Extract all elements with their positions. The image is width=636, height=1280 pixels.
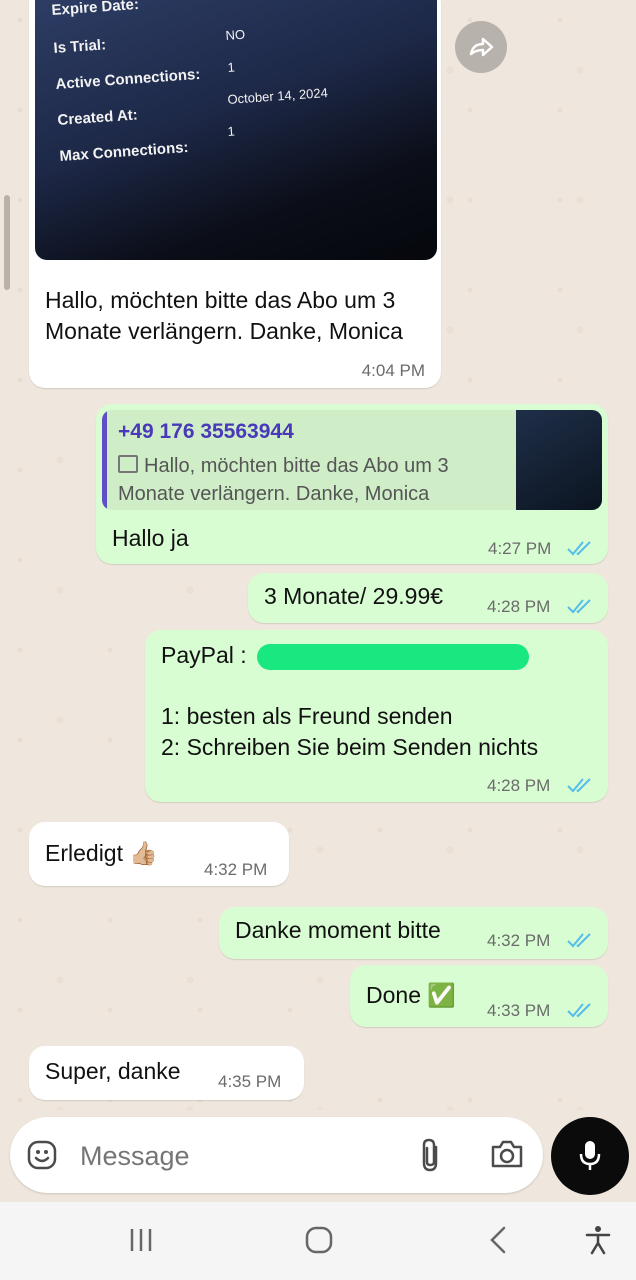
redacted-email <box>257 644 529 670</box>
attach-icon[interactable] <box>416 1137 444 1173</box>
photo-label-expire: Expire Date: <box>51 0 140 19</box>
outgoing-reply-message[interactable]: +49 176 35563944 Hallo, möchten bitte da… <box>96 404 608 564</box>
message-time: 4:27 PM <box>488 539 552 558</box>
quoted-text-row: Hallo, möchten bitte das Abo um 3 Monate… <box>118 452 498 508</box>
back-button[interactable] <box>478 1220 518 1260</box>
photo-value-active: 1 <box>227 59 236 75</box>
recents-icon <box>130 1229 152 1251</box>
quoted-text: Hallo, möchten bitte das Abo um 3 Monate… <box>118 455 449 505</box>
accessibility-button[interactable] <box>578 1220 618 1260</box>
paypal-instruction-1: 1: besten als Freund senden <box>161 703 453 729</box>
camera-icon[interactable] <box>490 1139 524 1169</box>
message-time: 4:35 PM <box>218 1072 282 1091</box>
system-navigation-bar <box>0 1202 636 1280</box>
quote-accent-bar <box>102 410 107 510</box>
message-input[interactable] <box>78 1135 402 1177</box>
home-button[interactable] <box>299 1220 339 1260</box>
incoming-message-super[interactable]: Super, danke 4:35 PM <box>29 1046 304 1100</box>
incoming-image-message[interactable]: Expire Date: Is Trial: Active Connection… <box>29 0 441 388</box>
quoted-message[interactable]: +49 176 35563944 Hallo, möchten bitte da… <box>102 410 602 510</box>
message-time: 4:28 PM <box>487 776 551 795</box>
paypal-label: PayPal : <box>161 642 247 668</box>
message-time: 4:33 PM <box>487 1001 551 1020</box>
message-composer[interactable] <box>10 1117 543 1193</box>
read-ticks-icon <box>567 599 591 614</box>
outgoing-message-price[interactable]: 3 Monate/ 29.99€ 4:28 PM <box>248 573 608 623</box>
incoming-message-erledigt[interactable]: Erledigt 👍🏼 4:32 PM <box>29 822 289 886</box>
image-caption: Hallo, möchten bitte das Abo um 3 Monate… <box>45 287 403 344</box>
read-ticks-icon <box>567 541 591 556</box>
chat-area[interactable]: Expire Date: Is Trial: Active Connection… <box>0 0 636 1110</box>
photo-label-max: Max Connections: <box>59 138 190 165</box>
photo-value-max: 1 <box>227 123 236 139</box>
forward-button[interactable] <box>455 21 507 73</box>
photo-value-created: October 14, 2024 <box>227 84 329 107</box>
outgoing-message-paypal[interactable]: PayPal : 1: besten als Freund senden 2: … <box>145 630 608 802</box>
shared-photo[interactable]: Expire Date: Is Trial: Active Connection… <box>35 0 437 260</box>
recents-button[interactable] <box>121 1220 161 1260</box>
outgoing-message-done[interactable]: Done ✅ 4:33 PM <box>350 965 608 1027</box>
message-time: 4:28 PM <box>487 597 551 616</box>
message-time: 4:32 PM <box>487 931 551 950</box>
quoted-image-thumbnail <box>516 410 602 510</box>
reply-text: Hallo ja <box>112 525 189 551</box>
emoji-icon[interactable] <box>26 1139 58 1171</box>
message-text: Erledigt 👍🏼 <box>45 840 159 866</box>
read-ticks-icon <box>567 933 591 948</box>
read-ticks-icon <box>567 1003 591 1018</box>
voice-message-button[interactable] <box>551 1117 629 1195</box>
photo-label-created: Created At: <box>57 106 139 129</box>
home-icon <box>305 1226 333 1254</box>
mic-icon <box>579 1141 601 1170</box>
image-icon <box>118 455 138 473</box>
scroll-indicator[interactable] <box>4 195 10 290</box>
back-icon <box>490 1226 506 1254</box>
photo-value-trial: NO <box>225 26 246 43</box>
message-text: 3 Monate/ 29.99€ <box>264 583 444 609</box>
message-text: Danke moment bitte <box>235 917 441 943</box>
photo-label-active: Active Connections: <box>55 65 201 93</box>
paypal-instruction-2: 2: Schreiben Sie beim Senden nichts <box>161 734 539 760</box>
read-ticks-icon <box>567 778 591 793</box>
message-text: Done ✅ <box>366 982 457 1008</box>
forward-icon <box>469 37 494 57</box>
photo-label-trial: Is Trial: <box>53 36 107 57</box>
outgoing-message-danke[interactable]: Danke moment bitte 4:32 PM <box>219 907 608 959</box>
accessibility-icon <box>585 1226 611 1255</box>
message-text: Super, danke <box>45 1058 181 1084</box>
message-time: 4:32 PM <box>204 860 268 879</box>
quoted-sender: +49 176 35563944 <box>118 420 294 443</box>
message-time: 4:04 PM <box>361 361 425 380</box>
